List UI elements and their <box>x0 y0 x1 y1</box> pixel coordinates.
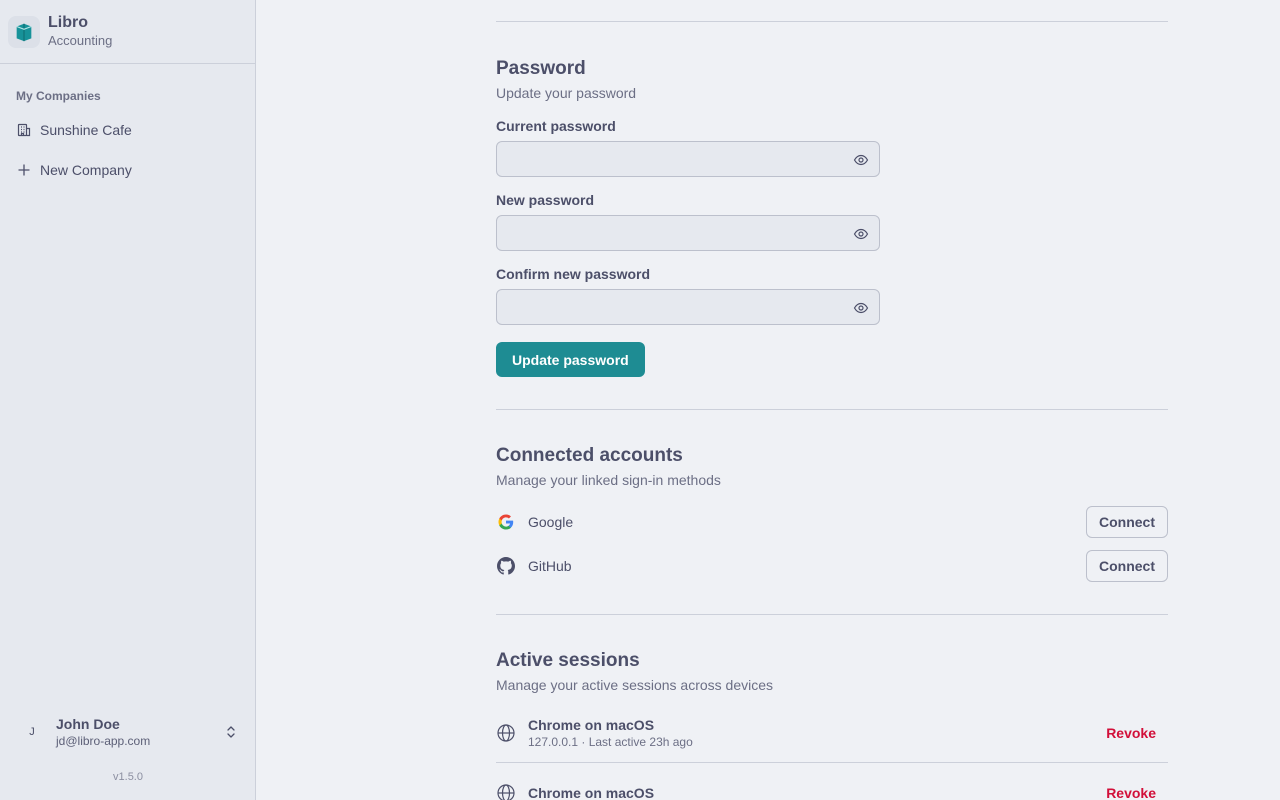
account-row-google: Google Connect <box>496 506 1168 538</box>
companies-heading: My Companies <box>16 89 101 103</box>
eye-icon[interactable] <box>853 226 869 242</box>
session-meta: 127.0.0.1 · Last active 23h ago <box>528 734 693 749</box>
building-icon <box>16 122 32 138</box>
current-password-label: Current password <box>496 118 616 134</box>
eye-icon[interactable] <box>853 300 869 316</box>
current-password-field <box>496 141 880 177</box>
password-title: Password <box>496 58 586 79</box>
account-row-github: GitHub Connect <box>496 550 1168 582</box>
new-password-input[interactable] <box>497 216 879 250</box>
user-email: jd@libro-app.com <box>56 734 151 748</box>
globe-icon <box>496 723 516 743</box>
revoke-session-button[interactable]: Revoke <box>1094 717 1168 749</box>
active-sessions-section: Active sessions Manage your active sessi… <box>496 615 1168 800</box>
brand-name: Libro <box>48 14 88 31</box>
password-description: Update your password <box>496 85 637 101</box>
user-menu-button[interactable]: J John Doe jd@libro-app.com <box>8 708 247 756</box>
new-password-field <box>496 215 880 251</box>
eye-icon[interactable] <box>853 152 869 168</box>
sidebar-item-label: New Company <box>40 162 132 178</box>
account-name: GitHub <box>528 558 572 574</box>
session-title: Chrome on macOS <box>528 716 655 733</box>
connected-accounts-title: Connected accounts <box>496 445 683 466</box>
brand-subtitle: Accounting <box>48 33 113 48</box>
avatar: J <box>29 726 35 738</box>
account-name: Google <box>528 514 574 530</box>
session-title: Chrome on macOS <box>528 785 655 800</box>
active-sessions-title: Active sessions <box>496 650 640 671</box>
app-version: v1.5.0 <box>113 771 143 783</box>
password-section: Password Update your password Current pa… <box>496 22 1168 377</box>
sidebar-item-label: Sunshine Cafe <box>40 122 132 138</box>
github-icon <box>496 556 516 576</box>
sidebar-item-sunshine-cafe[interactable]: Sunshine Cafe <box>8 110 247 150</box>
settings-main: Password Update your password Current pa… <box>496 0 1168 800</box>
companies-section: My Companies Sunshine Cafe New Company <box>0 64 255 208</box>
session-row: Chrome on macOS Revoke <box>496 763 1168 800</box>
confirm-password-field <box>496 289 880 325</box>
sidebar: Libro Accounting My Companies Sunshine C… <box>0 0 256 800</box>
globe-icon <box>496 783 516 800</box>
confirm-password-label: Confirm new password <box>496 266 651 282</box>
google-icon <box>496 512 516 532</box>
connected-accounts-description: Manage your linked sign-in methods <box>496 472 721 488</box>
connected-accounts-section: Connected accounts Manage your linked si… <box>496 410 1168 582</box>
connect-google-button[interactable]: Connect <box>1086 506 1168 538</box>
confirm-password-input[interactable] <box>497 290 879 324</box>
brand: Libro Accounting <box>0 0 255 64</box>
user-name: John Doe <box>56 716 120 732</box>
revoke-session-button[interactable]: Revoke <box>1094 777 1168 800</box>
sidebar-item-new-company[interactable]: New Company <box>8 150 247 190</box>
connect-github-button[interactable]: Connect <box>1086 550 1168 582</box>
plus-icon <box>16 162 32 178</box>
active-sessions-description: Manage your active sessions across devic… <box>496 677 774 693</box>
chevrons-up-down-icon <box>223 724 239 740</box>
current-password-input[interactable] <box>497 142 879 176</box>
update-password-button[interactable]: Update password <box>496 342 645 377</box>
new-password-label: New password <box>496 192 595 208</box>
book-logo-icon <box>8 15 40 48</box>
session-row: Chrome on macOS 127.0.0.1 · Last active … <box>496 703 1168 763</box>
